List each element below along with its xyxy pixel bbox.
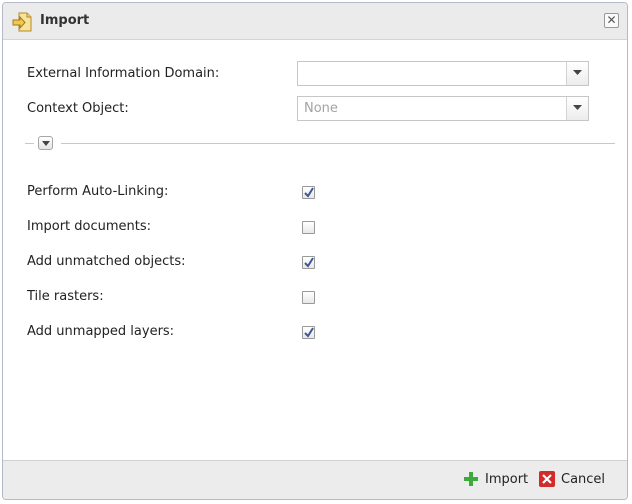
- import-icon: [12, 12, 32, 32]
- checkbox-unmapped-layers[interactable]: [302, 326, 315, 339]
- chevron-down-icon: [42, 141, 50, 146]
- checkmark-icon: [304, 257, 314, 268]
- plus-icon: [463, 471, 479, 487]
- import-dialog: Import ✕ External Information Domain: Co…: [2, 2, 628, 500]
- option-label-tile-rasters: Tile rasters:: [27, 289, 104, 304]
- domain-dropdown-trigger[interactable]: [566, 62, 588, 85]
- import-button-label: Import: [485, 472, 529, 487]
- dialog-titlebar[interactable]: Import ✕: [3, 3, 627, 40]
- context-value: None: [304, 101, 338, 116]
- close-icon: ✕: [606, 13, 617, 27]
- checkmark-icon: [304, 187, 314, 198]
- option-label-unmatched-objects: Add unmatched objects:: [27, 254, 186, 269]
- domain-combobox[interactable]: [297, 61, 589, 86]
- close-button[interactable]: ✕: [604, 13, 619, 28]
- chevron-down-icon: [573, 70, 582, 75]
- chevron-down-icon: [573, 105, 582, 110]
- advanced-section-divider: [25, 136, 615, 150]
- checkbox-auto-linking[interactable]: [302, 186, 315, 199]
- checkbox-import-documents[interactable]: [302, 221, 315, 234]
- option-label-unmapped-layers: Add unmapped layers:: [27, 324, 175, 339]
- dialog-footer: Import Cancel: [3, 460, 627, 499]
- option-label-import-documents: Import documents:: [27, 219, 152, 234]
- cancel-button-label: Cancel: [561, 472, 606, 487]
- checkbox-tile-rasters[interactable]: [302, 291, 315, 304]
- context-label: Context Object:: [27, 101, 129, 116]
- checkmark-icon: [304, 327, 314, 338]
- checkbox-unmatched-objects[interactable]: [302, 256, 315, 269]
- context-dropdown-trigger[interactable]: [566, 97, 588, 120]
- domain-label: External Information Domain:: [27, 66, 220, 81]
- option-label-auto-linking: Perform Auto-Linking:: [27, 184, 169, 199]
- dialog-title: Import: [40, 13, 90, 28]
- context-combobox[interactable]: None: [297, 96, 589, 121]
- expand-toggle-button[interactable]: [38, 136, 53, 150]
- cancel-icon: [539, 471, 555, 487]
